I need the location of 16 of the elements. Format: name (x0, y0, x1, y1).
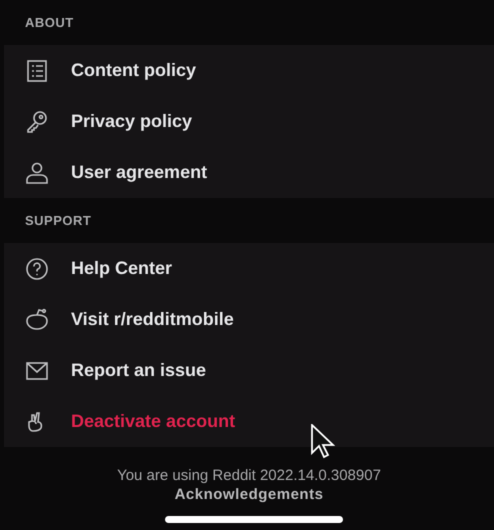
menu-item[interactable]: Report an issue (71, 360, 206, 381)
alien-icon (25, 308, 49, 332)
menu-item[interactable]: User agreement (71, 162, 208, 183)
section-header: ABOUT (24, 14, 75, 32)
menu-item[interactable]: Privacy policy (71, 111, 192, 132)
menu-item[interactable]: Visit r/redditmobile (71, 309, 234, 330)
list-icon (25, 58, 49, 82)
menu-item[interactable]: Deactivate account (71, 411, 236, 432)
help-icon (25, 256, 49, 280)
menu-item[interactable]: Content policy (71, 60, 196, 81)
version-text: You are using Reddit 2022.14.0.308907 (117, 467, 381, 484)
section-header: SUPPORT (24, 212, 92, 230)
user-icon (25, 160, 49, 184)
menu-item[interactable]: Help Center (71, 258, 172, 279)
acknowledgements-link[interactable]: Acknowledgements (174, 486, 324, 503)
key-icon (25, 110, 49, 134)
